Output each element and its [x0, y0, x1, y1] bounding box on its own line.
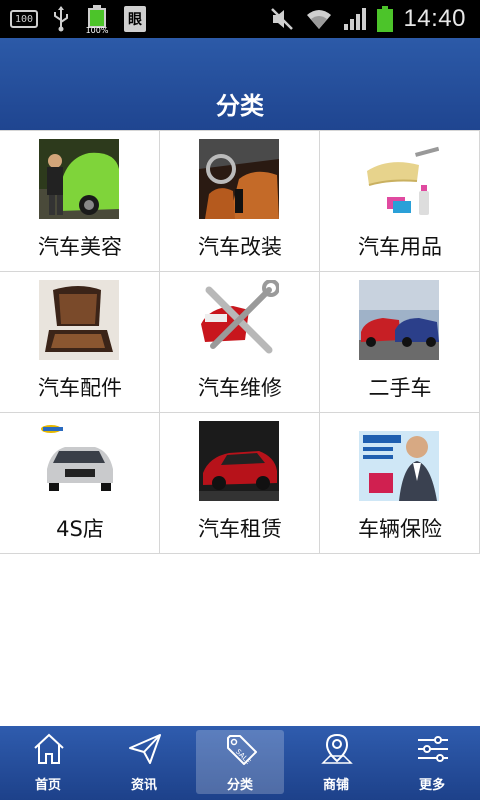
- nav-more[interactable]: 更多: [384, 726, 480, 800]
- app-header: 分类: [0, 38, 480, 130]
- status-bar: 100 100% 眼 14:40: [0, 0, 480, 38]
- sliders-icon: [418, 736, 448, 762]
- category-label: 汽车美容: [38, 235, 122, 259]
- category-label: 车辆保险: [358, 517, 442, 541]
- nav-category[interactable]: SALE 分类: [192, 726, 288, 800]
- nav-label: 商铺: [322, 778, 349, 793]
- audi-car-thumbnail: [39, 421, 119, 501]
- battery-percent-text: 100%: [85, 26, 109, 35]
- sale-tag-icon: SALE: [227, 735, 257, 766]
- nav-label: 分类: [226, 778, 253, 793]
- nav-label: 资讯: [130, 778, 157, 793]
- category-label: 汽车配件: [38, 376, 122, 400]
- nav-home[interactable]: 首页: [0, 726, 96, 800]
- mute-icon: [271, 8, 294, 30]
- bottom-nav: 首页 资讯 SALE 分类 商铺 更多: [0, 726, 480, 800]
- nav-label: 更多: [418, 778, 445, 793]
- category-car-modify[interactable]: 汽车改装: [160, 131, 320, 272]
- nav-news[interactable]: 资讯: [96, 726, 192, 800]
- category-used-cars[interactable]: 二手车: [320, 272, 480, 413]
- signal-icon: [344, 8, 367, 30]
- category-label: 二手车: [368, 376, 432, 400]
- category-car-rental[interactable]: 汽车租赁: [160, 413, 320, 554]
- nav-shops[interactable]: 商铺: [288, 726, 384, 800]
- used-cars-thumbnail: [359, 280, 439, 360]
- category-label: 汽车改装: [198, 235, 282, 259]
- category-car-beauty[interactable]: 汽车美容: [0, 131, 160, 272]
- car-repair-thumbnail: [199, 280, 279, 360]
- wifi-icon: [307, 10, 332, 29]
- status-time: 14:40: [403, 5, 466, 32]
- screenshot-icon: 100: [10, 10, 38, 28]
- battery-charging-icon: 100%: [84, 4, 110, 35]
- home-icon: [34, 733, 64, 764]
- document-icon: 眼: [124, 6, 146, 32]
- car-duster-thumbnail: [359, 139, 439, 219]
- category-label: 4S店: [56, 517, 104, 541]
- paper-plane-icon: [129, 734, 161, 764]
- category-label: 汽车维修: [198, 376, 282, 400]
- category-label: 汽车用品: [358, 235, 442, 259]
- red-suv-thumbnail: [199, 421, 279, 501]
- insurance-ad-thumbnail: [359, 421, 439, 501]
- status-right-icons: 14:40: [269, 0, 466, 38]
- battery-icon: [377, 6, 394, 32]
- category-car-supplies[interactable]: 汽车用品: [320, 131, 480, 272]
- status-left-icons: 100 100% 眼: [10, 0, 146, 38]
- car-wash-thumbnail: [39, 139, 119, 219]
- nav-label: 首页: [34, 778, 61, 793]
- map-pin-icon: [321, 733, 353, 764]
- page-title: 分类: [216, 92, 264, 120]
- category-car-parts[interactable]: 汽车配件: [0, 272, 160, 413]
- category-vehicle-insurance[interactable]: 车辆保险: [320, 413, 480, 554]
- car-seat-thumbnail: [39, 280, 119, 360]
- app-screen: 100 100% 眼 14:40 分类 汽车美容 汽车改装 汽车用品 汽车配件 …: [0, 0, 480, 800]
- usb-icon: [54, 6, 68, 32]
- car-interior-thumbnail: [199, 139, 279, 219]
- category-car-repair[interactable]: 汽车维修: [160, 272, 320, 413]
- category-grid: 汽车美容 汽车改装 汽车用品 汽车配件 汽车维修 二手车 4S店 汽车租赁 车辆…: [0, 130, 480, 554]
- category-label: 汽车租赁: [198, 517, 282, 541]
- category-4s-store[interactable]: 4S店: [0, 413, 160, 554]
